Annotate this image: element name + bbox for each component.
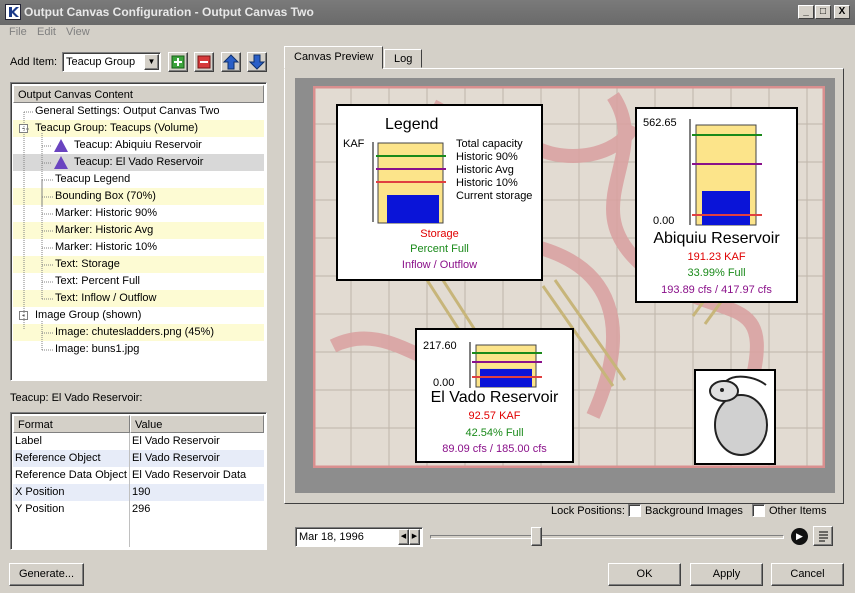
plus-icon [171,55,185,69]
elvado-teacup [469,342,542,388]
abiquiu-storage-fill [702,191,750,225]
timeline-slider-track[interactable] [430,535,784,539]
add-item-value: Teacup Group [66,56,136,68]
prop-value: El Vado Reservoir [132,435,220,447]
legend-unit: KAF [343,138,365,150]
elvado-max: 217.60 [423,340,457,352]
prop-key: Y Position [15,503,65,515]
elvado-min: 0.00 [433,377,455,389]
arrow-down-icon [248,54,266,70]
elvado-name: El Vado Reservoir [430,389,559,406]
apply-button[interactable]: Apply [690,563,763,586]
abiquiu-teacup [689,119,762,226]
tab-canvas-preview[interactable]: Canvas Preview [284,46,384,69]
legend-item: Historic Avg [456,164,514,176]
legend-item: Historic 90% [456,151,518,163]
bunny-illustration [709,375,768,456]
add-item-select[interactable]: Teacup Group ▼ [62,52,161,72]
minimize-button[interactable]: _ [798,5,814,19]
legend-storage: Storage [420,228,459,240]
canvas-content-tree[interactable]: Output Canvas Content General Settings: … [10,82,267,381]
abiquiu-percent: 33.99% Full [687,267,746,279]
add-item-label: Add Item: [10,56,58,68]
prop-key: Reference Data Object [15,469,127,481]
abiquiu-max: 562.65 [643,117,677,129]
tree-item-label: Image: chutesladders.png (45%) [55,326,214,338]
legend-item: Total capacity [456,138,523,150]
teacup-legend[interactable]: Legend KAF Total capacity Historic 90% H… [336,104,543,281]
legend-teacup [372,142,446,224]
lock-positions-label: Lock Positions: [551,505,625,517]
menu-file[interactable]: File [9,26,27,38]
app-icon [5,4,21,20]
add-button[interactable] [168,52,188,72]
prev-date-icon[interactable]: ◀ [398,529,409,545]
window-title: Output Canvas Configuration - Output Can… [24,5,314,19]
prop-value: El Vado Reservoir Data [132,469,247,481]
abiquiu-flow: 193.89 cfs / 417.97 cfs [661,284,772,296]
date-spinner[interactable]: Mar 18, 1996 ◀ ▶ [295,527,423,547]
legend-flow: Inflow / Outflow [401,259,478,271]
arrow-up-icon [222,54,240,70]
col-format-header: Format [13,415,130,433]
elvado-percent: 42.54% Full [465,427,524,439]
table-row[interactable]: Y Position 296 [13,501,264,518]
play-icon[interactable]: ▶ [791,528,808,545]
title-bar: Output Canvas Configuration - Output Can… [0,0,855,25]
menu-bar: File Edit View [0,25,855,41]
properties-table[interactable]: Format Value Label El Vado Reservoir Refe… [10,412,267,550]
lock-other-label: Other Items [769,505,827,517]
maximize-button[interactable]: □ [815,5,831,19]
prop-key: Reference Object [15,452,101,464]
tab-log[interactable]: Log [384,49,423,68]
notes-button[interactable] [813,526,833,546]
tree-item-label: Teacup: El Vado Reservoir [74,156,204,168]
next-date-icon[interactable]: ▶ [409,529,420,545]
remove-button[interactable] [194,52,214,72]
legend-items: Total capacity Historic 90% Historic Avg… [456,138,532,203]
list-icon [819,531,828,542]
chevron-down-icon[interactable]: ▼ [144,54,159,70]
lock-background-checkbox[interactable] [628,504,641,517]
elvado-storage: 92.57 KAF [468,410,521,422]
prop-value: El Vado Reservoir [132,452,220,464]
prop-key: Label [15,435,42,447]
selected-item-label: Teacup: El Vado Reservoir: [10,392,143,404]
move-down-button[interactable] [247,52,267,72]
prop-value: 296 [132,503,151,515]
teacup-elvado[interactable]: 217.60 0.00 El Vado Reservoir 92.57 KAF … [415,328,574,463]
legend-title: Legend [385,116,439,133]
abiquiu-name: Abiquiu Reservoir [653,230,780,247]
table-row[interactable]: Reference Data Object El Vado Reservoir D… [13,467,264,484]
close-button[interactable]: X [834,5,850,19]
menu-edit[interactable]: Edit [37,26,56,38]
col-value-header: Value [130,415,264,433]
prop-value: 190 [132,486,151,498]
tree-item-label: Teacup: Abiquiu Reservoir [74,139,202,151]
teacup-abiquiu[interactable]: 562.65 0.00 Abiquiu Reservoir 191.23 KAF… [635,107,798,303]
prop-key: X Position [15,486,65,498]
elvado-flow: 89.09 cfs / 185.00 cfs [442,443,547,455]
lock-background-label: Background Images [645,505,743,517]
generate-button[interactable]: Generate... [9,563,84,586]
tree-lines [23,111,53,351]
timeline-slider-thumb[interactable] [531,527,543,546]
date-value: Mar 18, 1996 [299,531,364,543]
buns-image[interactable] [694,369,776,465]
legend-item: Historic 10% [456,177,518,189]
lock-other-checkbox[interactable] [752,504,765,517]
menu-view[interactable]: View [66,26,90,38]
table-row[interactable]: Label El Vado Reservoir [13,433,264,450]
move-up-button[interactable] [221,52,241,72]
minus-icon [197,55,211,69]
column-divider [129,433,130,547]
abiquiu-storage: 191.23 KAF [687,251,746,263]
cancel-button[interactable]: Cancel [771,563,844,586]
table-row[interactable]: X Position 190 [13,484,264,501]
abiquiu-min: 0.00 [653,215,675,227]
legend-percent: Percent Full [410,243,469,255]
ok-button[interactable]: OK [608,563,681,586]
legend-item: Current storage [456,190,533,202]
table-row[interactable]: Reference Object El Vado Reservoir [13,450,264,467]
